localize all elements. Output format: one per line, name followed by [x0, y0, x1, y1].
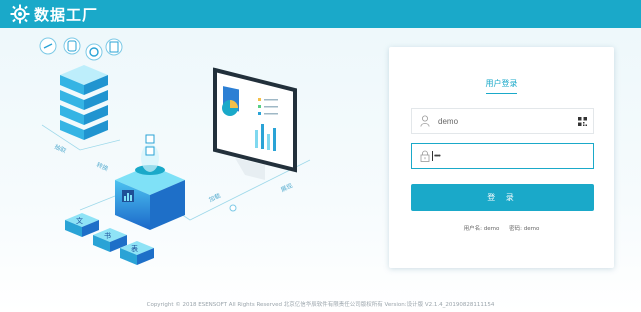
app-title: 数据工厂 — [34, 5, 99, 24]
label-transform: 转换 — [95, 161, 109, 173]
label-display: 展现 — [280, 182, 294, 193]
login-button[interactable]: 登 录 — [411, 184, 594, 211]
pie-small-icon — [85, 43, 103, 61]
text-caret — [432, 151, 433, 161]
block-text-wen: 文 — [76, 216, 83, 225]
credentials-hint: 用户名: demo 密码: demo — [389, 224, 614, 232]
hint-username: 用户名: demo — [463, 226, 500, 232]
login-title[interactable]: 用户登录 — [389, 78, 614, 89]
block-text-biao: 表 — [131, 244, 138, 253]
link-icon — [39, 37, 57, 55]
data-flow-illustration: 抽取 转换 加载 展现 文 书 表 — [39, 37, 311, 265]
username-field[interactable]: demo — [411, 108, 594, 134]
copyright-footer: Copyright © 2018 ESENSOFT All Rights Res… — [146, 302, 495, 308]
login-title-underline — [486, 93, 517, 94]
block-text-shu: 书 — [104, 231, 111, 240]
database-small-icon — [63, 37, 81, 55]
document-small-icon — [105, 38, 123, 56]
label-load: 加载 — [207, 191, 221, 203]
top-small-icons — [39, 37, 123, 61]
qrcode-icon[interactable] — [578, 117, 587, 126]
flow-node-dot — [229, 204, 237, 212]
top-bar: 数据工厂 — [0, 0, 641, 28]
gear-logo-icon — [10, 4, 30, 24]
user-icon — [420, 115, 430, 127]
database-stack-icon — [60, 65, 108, 140]
hint-password: 密码: demo — [509, 226, 540, 232]
login-panel: 用户登录 demo •••• 登 录 用户名: demo 密码: demo — [389, 47, 614, 268]
lock-icon — [420, 150, 430, 162]
monitor-dashboard-icon — [213, 67, 297, 180]
username-value[interactable]: demo — [438, 117, 458, 126]
central-cube-icon — [115, 134, 185, 230]
password-field[interactable]: •••• — [411, 143, 594, 169]
label-extract: 抽取 — [53, 143, 67, 155]
password-value[interactable]: •••• — [434, 153, 441, 160]
